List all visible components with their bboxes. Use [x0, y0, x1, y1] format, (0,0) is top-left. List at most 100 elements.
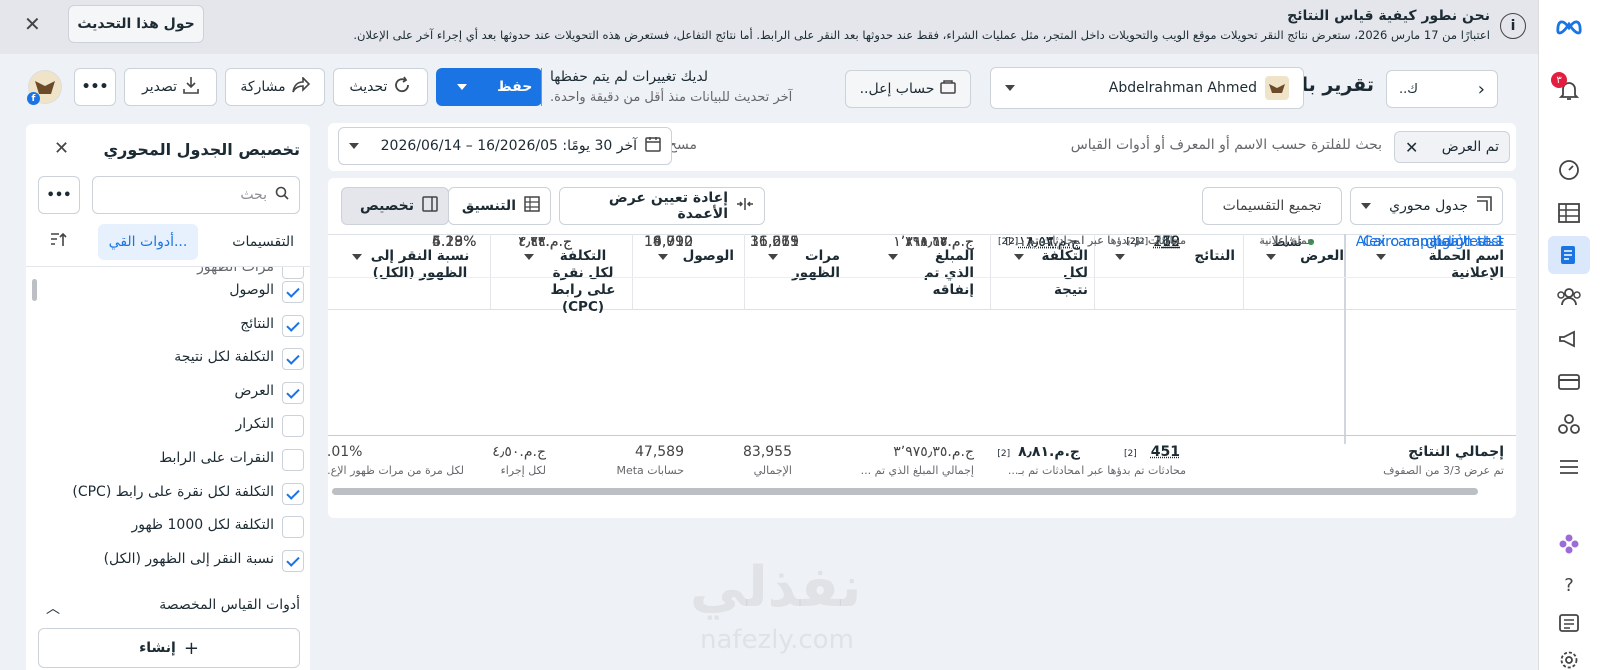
- calendar-icon: [645, 136, 661, 156]
- filter-chip-label: تم العرض: [1441, 139, 1499, 155]
- share-icon: [291, 76, 310, 97]
- metric-checkbox[interactable]: [282, 483, 304, 505]
- chevron-down-icon: [457, 84, 468, 90]
- save-split-button[interactable]: حفظ: [436, 68, 542, 106]
- metric-label: النتائج: [240, 316, 274, 332]
- more-options-button[interactable]: •••: [74, 68, 116, 106]
- watermark-latin: nafezly.com: [700, 625, 854, 655]
- panel-search-input[interactable]: بحث: [92, 176, 300, 214]
- custom-metrics-label[interactable]: أدوات القياس المخصصة: [159, 597, 300, 613]
- pivot-table-selector[interactable]: جدول محوري: [1350, 187, 1503, 225]
- customize-label: تخصيص: [360, 198, 414, 214]
- news-icon[interactable]: [1555, 609, 1583, 637]
- search-icon: [275, 186, 289, 204]
- totals-label: إجمالي النتائج: [1408, 444, 1504, 460]
- ad-account-button[interactable]: حساب إعل..: [845, 70, 971, 108]
- metric-checkbox[interactable]: [282, 348, 304, 370]
- info-icon: i: [1500, 13, 1526, 39]
- export-button[interactable]: تصدير: [124, 68, 217, 106]
- metric-checkbox[interactable]: [282, 382, 304, 404]
- totals-cost-per-result: ج.م.٨٫٨١[2]: [997, 444, 1080, 460]
- panel-more-button[interactable]: •••: [38, 176, 80, 214]
- notification-badge: ٣: [1551, 72, 1567, 88]
- reset-column-width-label: إعادة تعيين عرض الأعمدة: [608, 190, 728, 222]
- business-tools-icon[interactable]: [1555, 410, 1583, 438]
- sort-icon[interactable]: [50, 232, 68, 252]
- table-icon[interactable]: [1555, 199, 1583, 227]
- audience-icon[interactable]: [1555, 283, 1583, 311]
- campaign-name-link[interactable]: حملة الأطفال: [1426, 234, 1504, 250]
- pivot-icon: [1476, 196, 1492, 216]
- metric-label: العرض: [234, 383, 274, 399]
- meta-logo-icon[interactable]: [1555, 12, 1583, 40]
- horizontal-scrollbar[interactable]: [332, 488, 1478, 495]
- column-width-icon: [736, 197, 754, 215]
- menu-icon[interactable]: [1555, 453, 1583, 481]
- format-button[interactable]: التنسيق: [448, 187, 551, 225]
- close-icon[interactable]: ✕: [24, 12, 41, 36]
- reports-icon[interactable]: [1548, 236, 1590, 274]
- metric-label: نسبة النقر إلى الظهور (الكل): [103, 551, 274, 567]
- metric-label: التكلفة لكل نتيجة: [174, 349, 274, 365]
- help-icon[interactable]: ?: [1555, 571, 1583, 599]
- totals-cpc-sub: لكل إجراء: [500, 464, 546, 477]
- dashboard-icon[interactable]: [1555, 156, 1583, 184]
- metric-checkbox[interactable]: [282, 415, 304, 437]
- about-update-button[interactable]: حول هذا التحديث: [68, 5, 204, 43]
- refresh-button[interactable]: تحديث: [333, 68, 428, 106]
- totals-divider: [328, 435, 1516, 436]
- billing-icon[interactable]: [1555, 368, 1583, 396]
- metric-checkbox[interactable]: [282, 516, 304, 538]
- chevron-up-icon[interactable]: ︿: [46, 598, 60, 618]
- ai-assistant-icon[interactable]: [1555, 530, 1583, 558]
- breadcrumb[interactable]: ‹ ك..: [1386, 70, 1498, 108]
- filter-search-input[interactable]: بحث للفلترة حسب الاسم أو المعرف أو أدوات…: [1071, 137, 1382, 153]
- customize-button[interactable]: تخصيص: [341, 187, 449, 225]
- date-range-picker[interactable]: آخر 30 يومًا: 16/2026/05 – 2026/06/14: [338, 127, 672, 165]
- banner-title: نحن نطور كيفية قياس النتائج: [1287, 8, 1490, 24]
- tab-metrics[interactable]: أدوات القي...: [98, 224, 198, 260]
- metric-checkbox[interactable]: [282, 449, 304, 471]
- profile-avatar[interactable]: f: [27, 70, 62, 105]
- cost-per-result-sub: محادثات تم بـ...: [1007, 234, 1080, 247]
- create-metric-button[interactable]: + إنشاء: [38, 628, 300, 668]
- tab-breakdowns[interactable]: التقسيمات: [232, 234, 294, 250]
- settings-icon[interactable]: [1555, 646, 1583, 670]
- share-button[interactable]: مشاركة: [225, 68, 325, 106]
- format-icon: [524, 196, 540, 216]
- metric-checkbox-partial[interactable]: [282, 267, 304, 279]
- metric-checkbox[interactable]: [282, 315, 304, 337]
- navigation-rail: ٣ ?: [1538, 0, 1600, 670]
- create-metric-label: إنشاء: [139, 640, 176, 656]
- close-icon[interactable]: ✕: [1405, 138, 1418, 157]
- download-icon: [183, 76, 199, 98]
- results-sub: محادثات تم بدؤها عبر ا...: [1070, 234, 1186, 247]
- banner-subtitle: اعتبارًا من 17 مارس 2026، ستعرض نتائج ال…: [353, 28, 1490, 42]
- totals-cost-per-result-sub: محادثات تم بـ...: [1007, 464, 1080, 477]
- amount-spent-value: ج.م.٣٩١٫٦٣: [905, 234, 974, 250]
- metric-label: النقرات على الرابط: [159, 450, 274, 466]
- reset-column-width-button[interactable]: إعادة تعيين عرض الأعمدة: [559, 187, 765, 225]
- close-icon[interactable]: ✕: [54, 138, 69, 159]
- notifications-icon[interactable]: ٣: [1551, 72, 1583, 104]
- group-breakdowns-button[interactable]: تجميع التقسيمات: [1202, 187, 1342, 225]
- ad-account-icon: [940, 80, 957, 98]
- totals-impressions-sub: الإجمالي: [753, 464, 792, 477]
- account-selector[interactable]: Abdelrahman Ahmed: [990, 67, 1304, 109]
- filter-chip[interactable]: تم العرض ✕: [1394, 131, 1510, 163]
- panel-title: تخصيص الجدول المحوري: [103, 140, 300, 159]
- save-dropdown-button[interactable]: [436, 68, 489, 106]
- customize-icon: [422, 196, 438, 216]
- cpc-value: ج.م.٣٫٢٤: [518, 234, 572, 250]
- totals-cpc: ج.م.٤٫٥٠: [492, 444, 546, 460]
- totals-amount-spent-sub: إجمالي المبلغ الذي تم ...: [860, 464, 974, 477]
- metric-checkbox[interactable]: [282, 550, 304, 572]
- watermark-arabic: نفذلي: [690, 555, 862, 620]
- save-button[interactable]: حفظ: [489, 68, 542, 106]
- customize-panel: تخصيص الجدول المحوري ✕ بحث ••• التقسيمات…: [26, 124, 310, 670]
- megaphone-icon[interactable]: [1555, 325, 1583, 353]
- clear-filters-link[interactable]: مسح: [668, 137, 697, 153]
- metric-checkbox[interactable]: [282, 281, 304, 303]
- scrollbar-thumb[interactable]: [32, 279, 37, 301]
- account-name: Abdelrahman Ahmed: [1108, 80, 1257, 96]
